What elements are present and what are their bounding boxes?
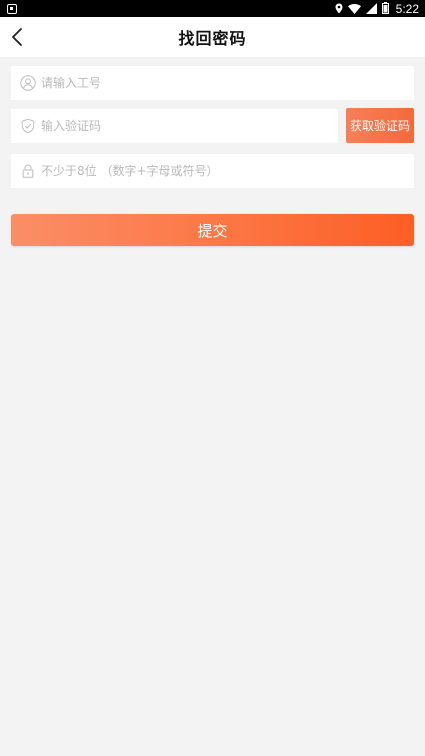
- wifi-icon: [347, 0, 361, 18]
- status-bar: 5:22: [0, 0, 425, 17]
- signal-icon: [365, 0, 377, 18]
- status-time: 5:22: [395, 1, 419, 16]
- verification-code-input[interactable]: [41, 109, 338, 143]
- battery-icon: [381, 0, 389, 18]
- submit-button[interactable]: 提交: [11, 214, 414, 246]
- employee-id-input[interactable]: [41, 66, 414, 100]
- verification-code-field[interactable]: [11, 109, 338, 143]
- shield-check-icon: [20, 118, 36, 134]
- employee-id-field[interactable]: [11, 66, 414, 100]
- lock-icon: [20, 163, 36, 179]
- chevron-left-icon: [12, 28, 22, 46]
- app-notification-icon: [7, 3, 17, 14]
- user-icon: [20, 75, 36, 91]
- get-code-button[interactable]: 获取验证码: [346, 108, 414, 143]
- password-input[interactable]: [41, 154, 414, 188]
- location-icon: [335, 0, 343, 18]
- app-header: 找回密码: [0, 17, 425, 57]
- back-button[interactable]: [6, 25, 28, 49]
- password-field[interactable]: [11, 154, 414, 188]
- page-title: 找回密码: [178, 29, 247, 48]
